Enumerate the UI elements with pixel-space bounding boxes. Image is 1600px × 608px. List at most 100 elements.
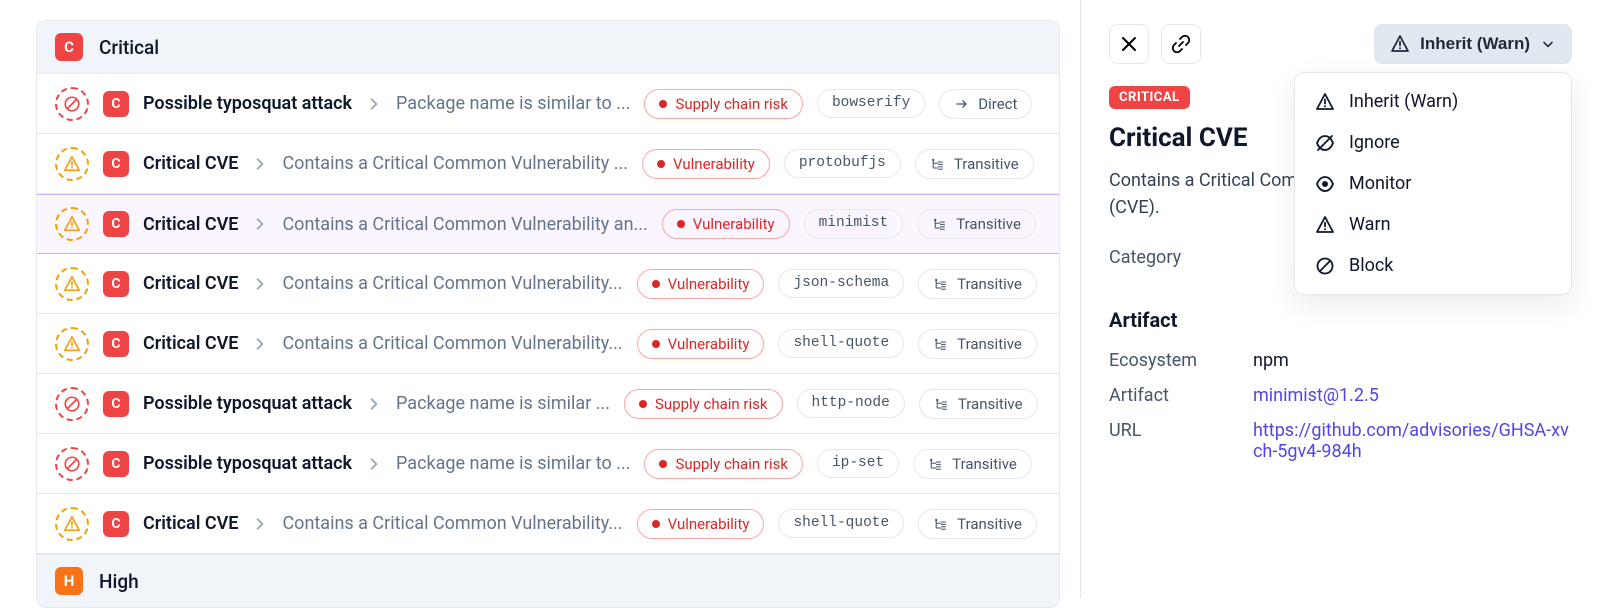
package-name: shell-quote <box>793 335 889 352</box>
dependency-pill: Transitive <box>918 509 1037 539</box>
status-ring <box>55 147 89 181</box>
dropdown-item-label: Warn <box>1349 214 1391 235</box>
url-link[interactable]: https://github.com/advisories/GHSA-xvch-… <box>1253 420 1572 462</box>
group-title: High <box>99 570 139 593</box>
dependency-type: Transitive <box>957 275 1022 293</box>
severity-badge: C <box>103 91 129 117</box>
package-pill[interactable]: protobufjs <box>784 149 901 178</box>
dependency-type: Transitive <box>957 515 1022 533</box>
dropdown-item-inherit-warn-[interactable]: Inherit (Warn) <box>1295 81 1571 122</box>
ecosystem-label: Ecosystem <box>1109 350 1229 371</box>
status-ring <box>55 447 89 481</box>
warn-icon <box>1315 215 1335 235</box>
package-name: shell-quote <box>793 515 889 532</box>
dot-icon <box>677 220 685 228</box>
ignore-icon <box>1315 133 1335 153</box>
risk-label: Supply chain risk <box>655 395 768 413</box>
warn-icon <box>63 335 81 353</box>
package-pill[interactable]: shell-quote <box>778 329 904 358</box>
package-pill[interactable]: ip-set <box>817 449 899 478</box>
dependency-pill: Direct <box>939 89 1032 119</box>
dropdown-item-block[interactable]: Block <box>1295 245 1571 286</box>
dropdown-item-label: Block <box>1349 255 1393 276</box>
arrow-icon <box>954 95 970 113</box>
risk-label: Vulnerability <box>668 515 750 533</box>
alert-description: Contains a Critical Common Vulnerability… <box>282 513 622 534</box>
detail-topbar: Inherit (Warn) <box>1109 24 1572 64</box>
severity-badge: C <box>55 33 83 61</box>
alert-row[interactable]: C Critical CVE Contains a Critical Commo… <box>37 134 1059 194</box>
chevron-right-icon <box>366 396 382 412</box>
detail-panel: Inherit (Warn) CRITICAL Critical CVE Con… <box>1080 0 1600 598</box>
dependency-pill: Transitive <box>915 149 1034 179</box>
warn-icon <box>63 215 81 233</box>
dropdown-item-monitor[interactable]: Monitor <box>1295 163 1571 204</box>
risk-pill: Vulnerability <box>642 149 770 179</box>
group-header[interactable]: H High <box>37 554 1059 607</box>
alert-description: Package name is similar to ... <box>396 453 630 474</box>
risk-label: Supply chain risk <box>675 95 788 113</box>
package-name: http-node <box>812 395 890 412</box>
tree-icon <box>928 455 944 473</box>
risk-pill: Supply chain risk <box>644 449 803 479</box>
package-pill[interactable]: minimist <box>804 209 904 238</box>
link-icon <box>1171 34 1191 54</box>
severity-badge: C <box>103 451 129 477</box>
chevron-right-icon <box>366 96 382 112</box>
dropdown-item-warn[interactable]: Warn <box>1295 204 1571 245</box>
package-pill[interactable]: http-node <box>797 389 905 418</box>
kv-ecosystem: Ecosystem npm <box>1109 350 1572 371</box>
package-pill[interactable]: bowserify <box>817 89 925 118</box>
block-icon <box>63 95 81 113</box>
close-button[interactable] <box>1109 24 1149 64</box>
package-pill[interactable]: json-schema <box>778 269 904 298</box>
dropdown-item-ignore[interactable]: Ignore <box>1295 122 1571 163</box>
dropdown-item-label: Ignore <box>1349 132 1400 153</box>
warn-icon <box>1390 34 1410 54</box>
chevron-down-icon <box>1540 36 1556 52</box>
alert-row[interactable]: C Possible typosquat attack Package name… <box>37 74 1059 134</box>
tree-icon <box>933 515 949 533</box>
warn-icon <box>63 515 81 533</box>
close-icon <box>1119 34 1139 54</box>
warn-icon <box>63 275 81 293</box>
alert-row[interactable]: C Critical CVE Contains a Critical Commo… <box>37 494 1059 554</box>
group-header[interactable]: C Critical <box>37 21 1059 74</box>
dot-icon <box>659 100 667 108</box>
alert-description: Contains a Critical Common Vulnerability… <box>282 273 622 294</box>
dependency-type: Direct <box>978 95 1017 113</box>
risk-label: Vulnerability <box>673 155 755 173</box>
severity-badge: C <box>103 511 129 537</box>
alert-row[interactable]: C Possible typosquat attack Package name… <box>37 434 1059 494</box>
url-label: URL <box>1109 420 1229 462</box>
severity-badge: C <box>103 331 129 357</box>
block-icon <box>1315 256 1335 276</box>
package-pill[interactable]: shell-quote <box>778 509 904 538</box>
alert-row[interactable]: C Possible typosquat attack Package name… <box>37 374 1059 434</box>
dependency-type: Transitive <box>957 335 1022 353</box>
risk-label: Supply chain risk <box>675 455 788 473</box>
severity-badge: C <box>103 391 129 417</box>
chevron-right-icon <box>252 336 268 352</box>
severity-badge: C <box>103 151 129 177</box>
tree-icon <box>933 275 949 293</box>
copy-link-button[interactable] <box>1161 24 1201 64</box>
package-name: ip-set <box>832 455 884 472</box>
artifact-link[interactable]: minimist@1.2.5 <box>1253 385 1572 406</box>
risk-label: Vulnerability <box>668 275 750 293</box>
action-dropdown-button[interactable]: Inherit (Warn) <box>1374 24 1572 64</box>
alert-row[interactable]: C Critical CVE Contains a Critical Commo… <box>37 314 1059 374</box>
alert-title: Critical CVE <box>143 153 238 174</box>
alert-row[interactable]: C Critical CVE Contains a Critical Commo… <box>37 254 1059 314</box>
status-ring <box>55 327 89 361</box>
block-icon <box>63 455 81 473</box>
chevron-right-icon <box>252 156 268 172</box>
alert-row[interactable]: C Critical CVE Contains a Critical Commo… <box>37 194 1059 254</box>
kv-artifact: Artifact minimist@1.2.5 <box>1109 385 1572 406</box>
status-ring <box>55 507 89 541</box>
chevron-right-icon <box>366 456 382 472</box>
warn-icon <box>63 155 81 173</box>
severity-badge: C <box>103 211 129 237</box>
tree-icon <box>932 215 948 233</box>
action-dropdown-menu: Inherit (Warn) Ignore Monitor Warn Block <box>1294 72 1572 295</box>
